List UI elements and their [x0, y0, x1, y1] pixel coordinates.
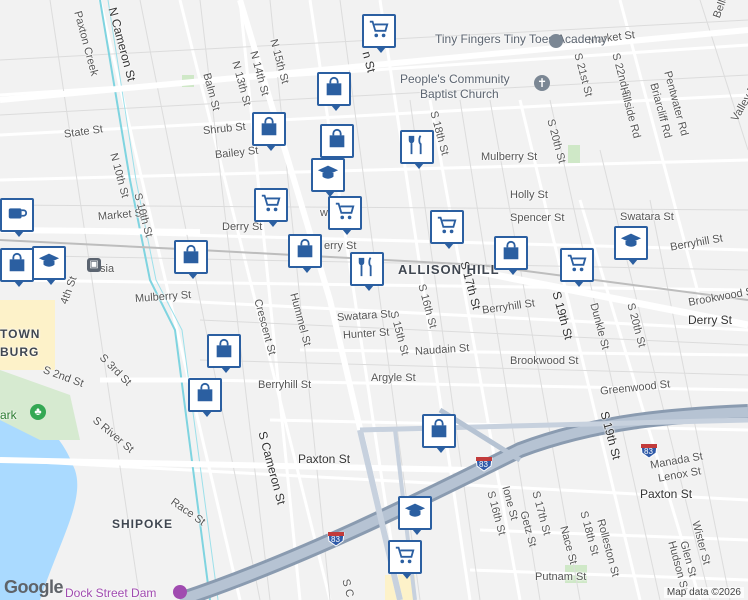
shopping-cart-marker[interactable] [560, 248, 594, 287]
school-icon [620, 230, 642, 257]
map-canvas[interactable]: 83 83 83 Market St State St Market St Mu… [0, 0, 748, 600]
shopping-cart-icon [260, 192, 282, 219]
restaurant-marker[interactable] [350, 252, 384, 291]
shopping-bag-marker[interactable] [494, 236, 528, 275]
street-label: Derry St [688, 313, 733, 327]
dam-icon[interactable] [173, 585, 187, 599]
shopping-bag-marker[interactable] [317, 72, 351, 111]
google-logo: Google [4, 577, 64, 597]
map-base [0, 0, 748, 600]
neighborhood-label: TOWN [0, 327, 41, 341]
shopping-cart-icon [334, 200, 356, 227]
church-icon[interactable]: ✝ [534, 75, 550, 91]
academy-icon[interactable] [549, 34, 563, 48]
interstate-label: 83 [479, 460, 488, 469]
poi-label[interactable]: Dock Street Dam [65, 586, 156, 600]
shopping-cart-icon [566, 252, 588, 279]
train-station-icon[interactable]: ▣ [87, 258, 101, 272]
shopping-bag-icon [6, 252, 28, 279]
park-icon[interactable]: ♣ [30, 404, 46, 420]
street-label: Paxton St [640, 487, 693, 501]
shopping-cart-marker[interactable] [362, 14, 396, 53]
shopping-cart-marker[interactable] [328, 196, 362, 235]
neighborhood-label: SHIPOKE [112, 517, 174, 531]
shopping-cart-marker[interactable] [388, 540, 422, 579]
shopping-bag-marker[interactable] [252, 112, 286, 151]
shopping-bag-marker[interactable] [188, 378, 222, 417]
interstate-label: 83 [644, 447, 653, 456]
shopping-bag-marker[interactable] [207, 334, 241, 373]
street-label: Swatara St [620, 211, 674, 223]
school-marker[interactable] [311, 158, 345, 197]
shopping-cart-marker[interactable] [430, 210, 464, 249]
poi-label[interactable]: Tiny Fingers Tiny Toes Academy [435, 32, 607, 46]
coffee-marker[interactable] [0, 198, 34, 237]
poi-label[interactable]: People's Community [400, 72, 510, 86]
school-marker[interactable] [398, 496, 432, 535]
shopping-bag-icon [294, 238, 316, 265]
street-label: Berryhill St [258, 379, 312, 391]
shopping-bag-icon [326, 128, 348, 155]
shopping-bag-icon [428, 418, 450, 445]
shopping-bag-icon [500, 240, 522, 267]
neighborhood-label: BURG [0, 345, 40, 359]
coffee-icon [6, 202, 28, 229]
street-label: Brookwood St [510, 355, 579, 367]
poi-label[interactable]: Baptist Church [420, 87, 499, 101]
shopping-bag-icon [323, 76, 345, 103]
shopping-bag-marker[interactable] [320, 124, 354, 163]
street-label: Spencer St [510, 212, 565, 224]
shopping-bag-icon [194, 382, 216, 409]
poi-label[interactable]: ark [0, 408, 17, 422]
school-marker[interactable] [614, 226, 648, 265]
street-label: erry St [324, 240, 357, 252]
school-icon [317, 162, 339, 189]
interstate-label: 83 [331, 535, 340, 544]
shopping-bag-icon [258, 116, 280, 143]
street-label: Putnam St [535, 571, 587, 583]
neighborhood-label: ALLISON HILL [398, 262, 500, 277]
shopping-cart-marker[interactable] [254, 188, 288, 227]
street-label: sia [100, 263, 115, 275]
street-label: Paxton St [298, 452, 351, 466]
shopping-cart-icon [368, 18, 390, 45]
shopping-bag-marker[interactable] [0, 248, 34, 287]
restaurant-icon [356, 256, 378, 283]
shopping-bag-icon [180, 244, 202, 271]
restaurant-marker[interactable] [400, 130, 434, 169]
street-label: Derry St [222, 221, 263, 233]
street-label: Argyle St [371, 372, 416, 384]
map-attribution: Map data ©2026 [663, 587, 744, 598]
shopping-bag-icon [213, 338, 235, 365]
restaurant-icon [406, 134, 428, 161]
shopping-cart-icon [436, 214, 458, 241]
shopping-bag-marker[interactable] [422, 414, 456, 453]
street-label: Mulberry St [481, 151, 538, 163]
school-icon [38, 250, 60, 277]
street-label: Holly St [510, 189, 548, 201]
school-icon [404, 500, 426, 527]
shopping-cart-icon [394, 544, 416, 571]
shopping-bag-marker[interactable] [288, 234, 322, 273]
school-marker[interactable] [32, 246, 66, 285]
shopping-bag-marker[interactable] [174, 240, 208, 279]
